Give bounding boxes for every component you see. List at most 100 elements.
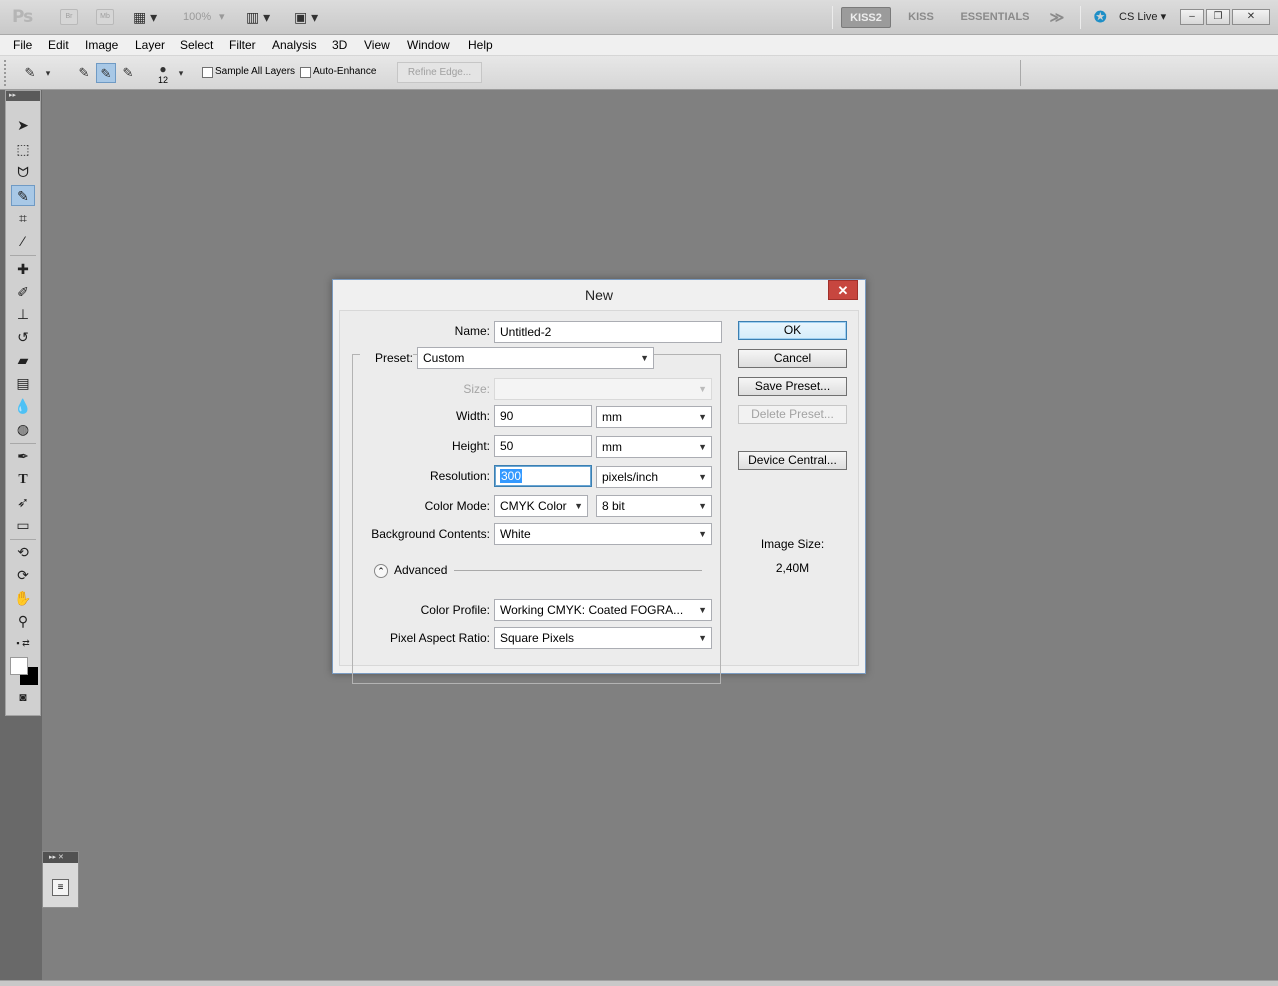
menu-filter[interactable]: Filter [229,38,256,52]
pixel-aspect-ratio-dropdown[interactable]: Square Pixels ▼ [494,627,712,649]
color-mode-dropdown[interactable]: CMYK Color ▼ [494,495,588,517]
separator [10,539,36,540]
dodge-tool-icon[interactable]: ◍ [11,419,35,440]
view-extras-icon[interactable]: ▦ ▾ [133,0,157,35]
gradient-tool-icon[interactable]: ▤ [11,373,35,394]
move-tool-icon[interactable]: ➤ [11,115,35,136]
screen-mode-icon[interactable]: ▣ ▾ [294,0,318,35]
menu-3d[interactable]: 3D [332,38,347,52]
pen-tool-icon[interactable]: ✒ [11,446,35,467]
restore-button[interactable]: ❐ [1206,9,1230,25]
cs-live-menu[interactable]: CS Live ▾ [1119,0,1166,35]
brush-tool-icon[interactable]: ✐ [11,282,35,303]
width-unit-dropdown[interactable]: mm ▼ [596,406,712,428]
healing-brush-tool-icon[interactable]: ✚ [11,259,35,280]
dialog-close-button[interactable]: ✕ [828,280,858,300]
crop-tool-icon[interactable]: ⌗ [11,208,35,229]
menu-help[interactable]: Help [468,38,493,52]
quick-mask-icon[interactable]: ◙ [11,687,35,708]
width-input[interactable]: 90 [494,405,592,427]
minimize-button[interactable]: – [1180,9,1204,25]
lasso-tool-icon[interactable]: ᗢ [11,162,35,183]
save-preset-button[interactable]: Save Preset... [738,377,847,396]
preset-value: Custom [423,351,465,365]
advanced-toggle-icon[interactable]: ⌃ [374,564,388,578]
resolution-value: 300 [500,469,523,483]
menu-image[interactable]: Image [85,38,118,52]
menu-edit[interactable]: Edit [48,38,69,52]
path-selection-tool-icon[interactable]: ➶ [11,492,35,513]
height-unit-dropdown[interactable]: mm ▼ [596,436,712,458]
launch-bridge-button[interactable]: Br [60,9,78,25]
cs-live-icon: ✪ [1094,9,1107,26]
menu-select[interactable]: Select [180,38,213,52]
chevron-down-icon: ▼ [698,472,707,482]
eraser-tool-icon[interactable]: ▰ [11,350,35,371]
advanced-divider [454,570,702,571]
color-profile-dropdown[interactable]: Working CMYK: Coated FOGRA... ▼ [494,599,712,621]
menu-analysis[interactable]: Analysis [272,38,317,52]
3d-rotate-tool-icon[interactable]: ⟲ [11,542,35,563]
cancel-button[interactable]: Cancel [738,349,847,368]
height-unit-value: mm [602,440,622,454]
preset-dropdown[interactable]: Custom ▼ [417,347,654,369]
color-mode-value: CMYK Color [500,499,567,513]
resolution-unit-value: pixels/inch [602,470,659,484]
workspace-kiss2[interactable]: KISS2 [841,7,891,28]
image-size-value: 2,40M [775,561,810,575]
zoom-dropdown-icon[interactable]: ▾ [219,0,225,35]
background-contents-dropdown[interactable]: White ▼ [494,523,712,545]
tool-preset-dropdown-icon[interactable]: ▾ [42,63,54,83]
new-selection-icon[interactable]: ✎ [74,63,94,83]
height-input[interactable]: 50 [494,435,592,457]
add-to-selection-icon[interactable]: ✎ [96,63,116,83]
advanced-label: Advanced [394,563,448,577]
delete-preset-button[interactable]: Delete Preset... [738,405,847,424]
device-central-button[interactable]: Device Central... [738,451,847,470]
subtract-from-selection-icon[interactable]: ✎ [118,63,138,83]
ok-button[interactable]: OK [738,321,847,340]
name-input[interactable]: Untitled-2 [494,321,722,343]
zoom-tool-icon[interactable]: ⚲ [11,611,35,632]
eyedropper-tool-icon[interactable]: ⁄ [11,231,35,252]
auto-enhance-checkbox[interactable] [300,67,311,78]
brush-dropdown-icon[interactable]: ▾ [175,63,187,83]
rectangle-tool-icon[interactable]: ▭ [11,515,35,536]
notes-panel-icon[interactable]: ≡ [52,879,69,896]
menu-file[interactable]: File [13,38,32,52]
collapsed-panel-header[interactable]: ▸▸ ✕ [43,852,78,863]
tool-preset-icon[interactable]: ✎ [20,63,40,83]
bit-depth-dropdown[interactable]: 8 bit ▼ [596,495,712,517]
launch-mini-bridge-button[interactable]: Mb [96,9,114,25]
arrange-documents-icon[interactable]: ▥ ▾ [246,0,270,35]
options-bar-grip[interactable] [4,60,9,86]
separator [10,443,36,444]
history-brush-tool-icon[interactable]: ↺ [11,327,35,348]
quick-selection-tool-icon[interactable]: ✎ [11,185,35,206]
dialog-body: Name: Untitled-2 Preset: Custom ▼ Size: … [339,310,859,684]
workspace-essentials[interactable]: ESSENTIALS [955,7,1035,28]
menu-layer[interactable]: Layer [135,38,165,52]
3d-orbit-tool-icon[interactable]: ⟳ [11,565,35,586]
marquee-tool-icon[interactable]: ⬚ [11,139,35,160]
clone-stamp-tool-icon[interactable]: ⊥ [11,304,35,325]
chevron-down-icon: ▼ [640,353,649,363]
menu-view[interactable]: View [364,38,390,52]
menu-window[interactable]: Window [407,38,450,52]
resolution-unit-dropdown[interactable]: pixels/inch ▼ [596,466,712,488]
tools-panel-header[interactable]: ▸▸ [6,91,40,101]
type-tool-icon[interactable]: T [11,469,35,490]
chevron-down-icon: ▼ [698,529,707,539]
blur-tool-icon[interactable]: 💧 [11,396,35,417]
hand-tool-icon[interactable]: ✋ [11,588,35,609]
foreground-color-swatch[interactable] [10,657,28,675]
refine-edge-button[interactable]: Refine Edge... [397,62,482,83]
close-window-button[interactable]: ✕ [1232,9,1270,25]
resolution-input[interactable]: 300 [494,465,592,487]
zoom-level[interactable]: 100% [183,0,211,35]
sample-all-layers-checkbox[interactable] [202,67,213,78]
more-workspaces-icon[interactable]: ≫ [1045,7,1069,28]
swap-colors-icon[interactable]: ▪ ⇄ [11,636,35,650]
separator [10,255,36,256]
workspace-kiss[interactable]: KISS [900,7,942,28]
